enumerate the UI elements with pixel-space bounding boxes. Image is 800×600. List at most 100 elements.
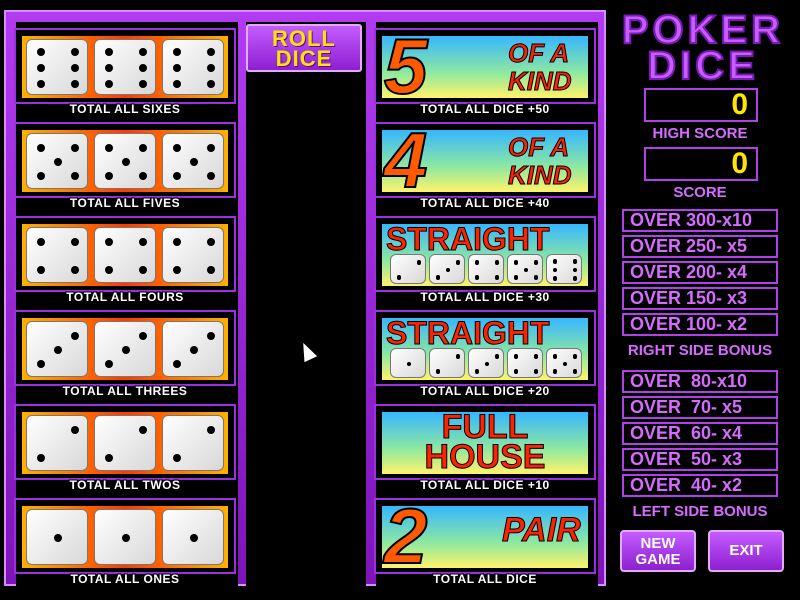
right-score-row[interactable]: FULL HOUSE TOTAL ALL DICE +10	[374, 404, 596, 492]
right-score-row[interactable]: 4 OF A KIND TOTAL ALL DICE +40	[374, 122, 596, 210]
left-score-row[interactable]: TOTAL ALL ONES	[14, 498, 236, 586]
die-face-1	[162, 509, 224, 565]
right-score-row[interactable]: STRAIGHT TOTAL ALL DICE +30	[374, 216, 596, 304]
row-label: TOTAL ALL THREES	[62, 384, 188, 398]
combo-number: 5	[383, 36, 428, 98]
pip	[105, 266, 113, 274]
left-score-row[interactable]: TOTAL ALL SIXES	[14, 28, 236, 116]
combo-graphic: STRAIGHT	[382, 318, 588, 380]
row-label: TOTAL ALL ONES	[70, 572, 180, 586]
left-score-row[interactable]: TOTAL ALL FOURS	[14, 216, 236, 304]
combo-word: OF A	[507, 132, 570, 162]
pip	[474, 275, 480, 280]
row-label: TOTAL ALL DICE +50	[420, 102, 550, 116]
dice-tray	[22, 36, 228, 98]
pip	[122, 346, 130, 354]
pip	[207, 238, 215, 246]
pip	[139, 266, 147, 274]
right-score-row[interactable]: 2 PAIR TOTAL ALL DICE	[374, 498, 596, 586]
roll-dice-button[interactable]: ROLL DICE	[246, 24, 362, 72]
die-face-1	[26, 509, 88, 565]
pip	[71, 238, 79, 246]
pip	[572, 354, 578, 359]
row-label: TOTAL ALL DICE +40	[420, 196, 550, 210]
pip	[37, 144, 45, 152]
combo-graphic: 2 PAIR	[382, 506, 588, 568]
high-score-label: HIGH SCORE	[652, 125, 748, 142]
right-score-row[interactable]: 5 OF A KIND TOTAL ALL DICE +50	[374, 28, 596, 116]
pip	[552, 259, 558, 264]
die-face-3	[429, 254, 465, 284]
pip	[54, 158, 62, 166]
pip	[71, 144, 79, 152]
right-bonus-item: OVER 200- x4	[622, 261, 778, 284]
pip	[173, 64, 181, 72]
pip	[207, 48, 215, 56]
die-face-2	[429, 348, 465, 378]
pip	[513, 275, 519, 280]
row-frame: 2 PAIR	[374, 498, 596, 574]
left-bonus-item: OVER 80-x10	[622, 370, 778, 393]
row-frame: FULL HOUSE	[374, 404, 596, 480]
pip	[71, 80, 79, 88]
left-score-row[interactable]: TOTAL ALL THREES	[14, 310, 236, 398]
die-face-5	[94, 133, 156, 189]
pip	[37, 172, 45, 180]
pip	[455, 260, 461, 265]
new-game-label-2: GAME	[635, 551, 681, 568]
pip	[139, 172, 147, 180]
dice-tray	[22, 412, 228, 474]
left-bonus-item: OVER 40- x2	[622, 474, 778, 497]
left-score-row[interactable]: TOTAL ALL TWOS	[14, 404, 236, 492]
pip	[105, 64, 113, 72]
pip	[513, 354, 519, 359]
pip	[474, 260, 480, 265]
pip	[494, 354, 500, 359]
pip	[37, 80, 45, 88]
row-label: TOTAL ALL DICE +10	[420, 478, 550, 492]
pip	[173, 144, 181, 152]
row-label: TOTAL ALL DICE +30	[420, 290, 550, 304]
row-frame: 5 OF A KIND	[374, 28, 596, 104]
combo-word: OF A	[507, 38, 570, 68]
pip	[105, 454, 113, 462]
pip	[445, 267, 451, 273]
pip	[173, 238, 181, 246]
pip	[207, 266, 215, 274]
pip	[139, 144, 147, 152]
pip	[494, 275, 500, 280]
combo-word: PAIR	[502, 511, 582, 550]
pip	[37, 360, 45, 368]
new-game-button[interactable]: NEW GAME	[620, 530, 696, 572]
die-face-1	[390, 348, 426, 378]
right-score-row[interactable]: STRAIGHT TOTAL ALL DICE +20	[374, 310, 596, 398]
pip	[139, 48, 147, 56]
pip	[37, 238, 45, 246]
new-game-label-1: NEW	[640, 535, 676, 552]
pip	[190, 346, 198, 354]
pip	[552, 354, 558, 359]
pip	[190, 534, 198, 542]
pip	[552, 267, 558, 273]
row-label: TOTAL ALL DICE +20	[420, 384, 550, 398]
pip	[37, 454, 45, 462]
left-score-row[interactable]: TOTAL ALL FIVES	[14, 122, 236, 210]
pip	[207, 426, 215, 434]
pip	[37, 64, 45, 72]
die-face-3	[26, 321, 88, 377]
dice-roll-area[interactable]	[246, 22, 366, 586]
right-bonus-item: OVER 150- x3	[622, 287, 778, 310]
row-frame	[14, 216, 236, 292]
dice-tray	[22, 318, 228, 380]
pip	[54, 534, 62, 542]
pip	[207, 144, 215, 152]
combo-word: STRAIGHT	[386, 224, 551, 257]
die-face-6	[94, 39, 156, 95]
die-face-5	[162, 133, 224, 189]
exit-button[interactable]: EXIT	[708, 530, 784, 572]
die-face-4	[162, 227, 224, 283]
die-face-3	[162, 321, 224, 377]
pip	[533, 369, 539, 374]
combo-word: KIND	[508, 160, 573, 190]
die-face-4	[507, 348, 543, 378]
